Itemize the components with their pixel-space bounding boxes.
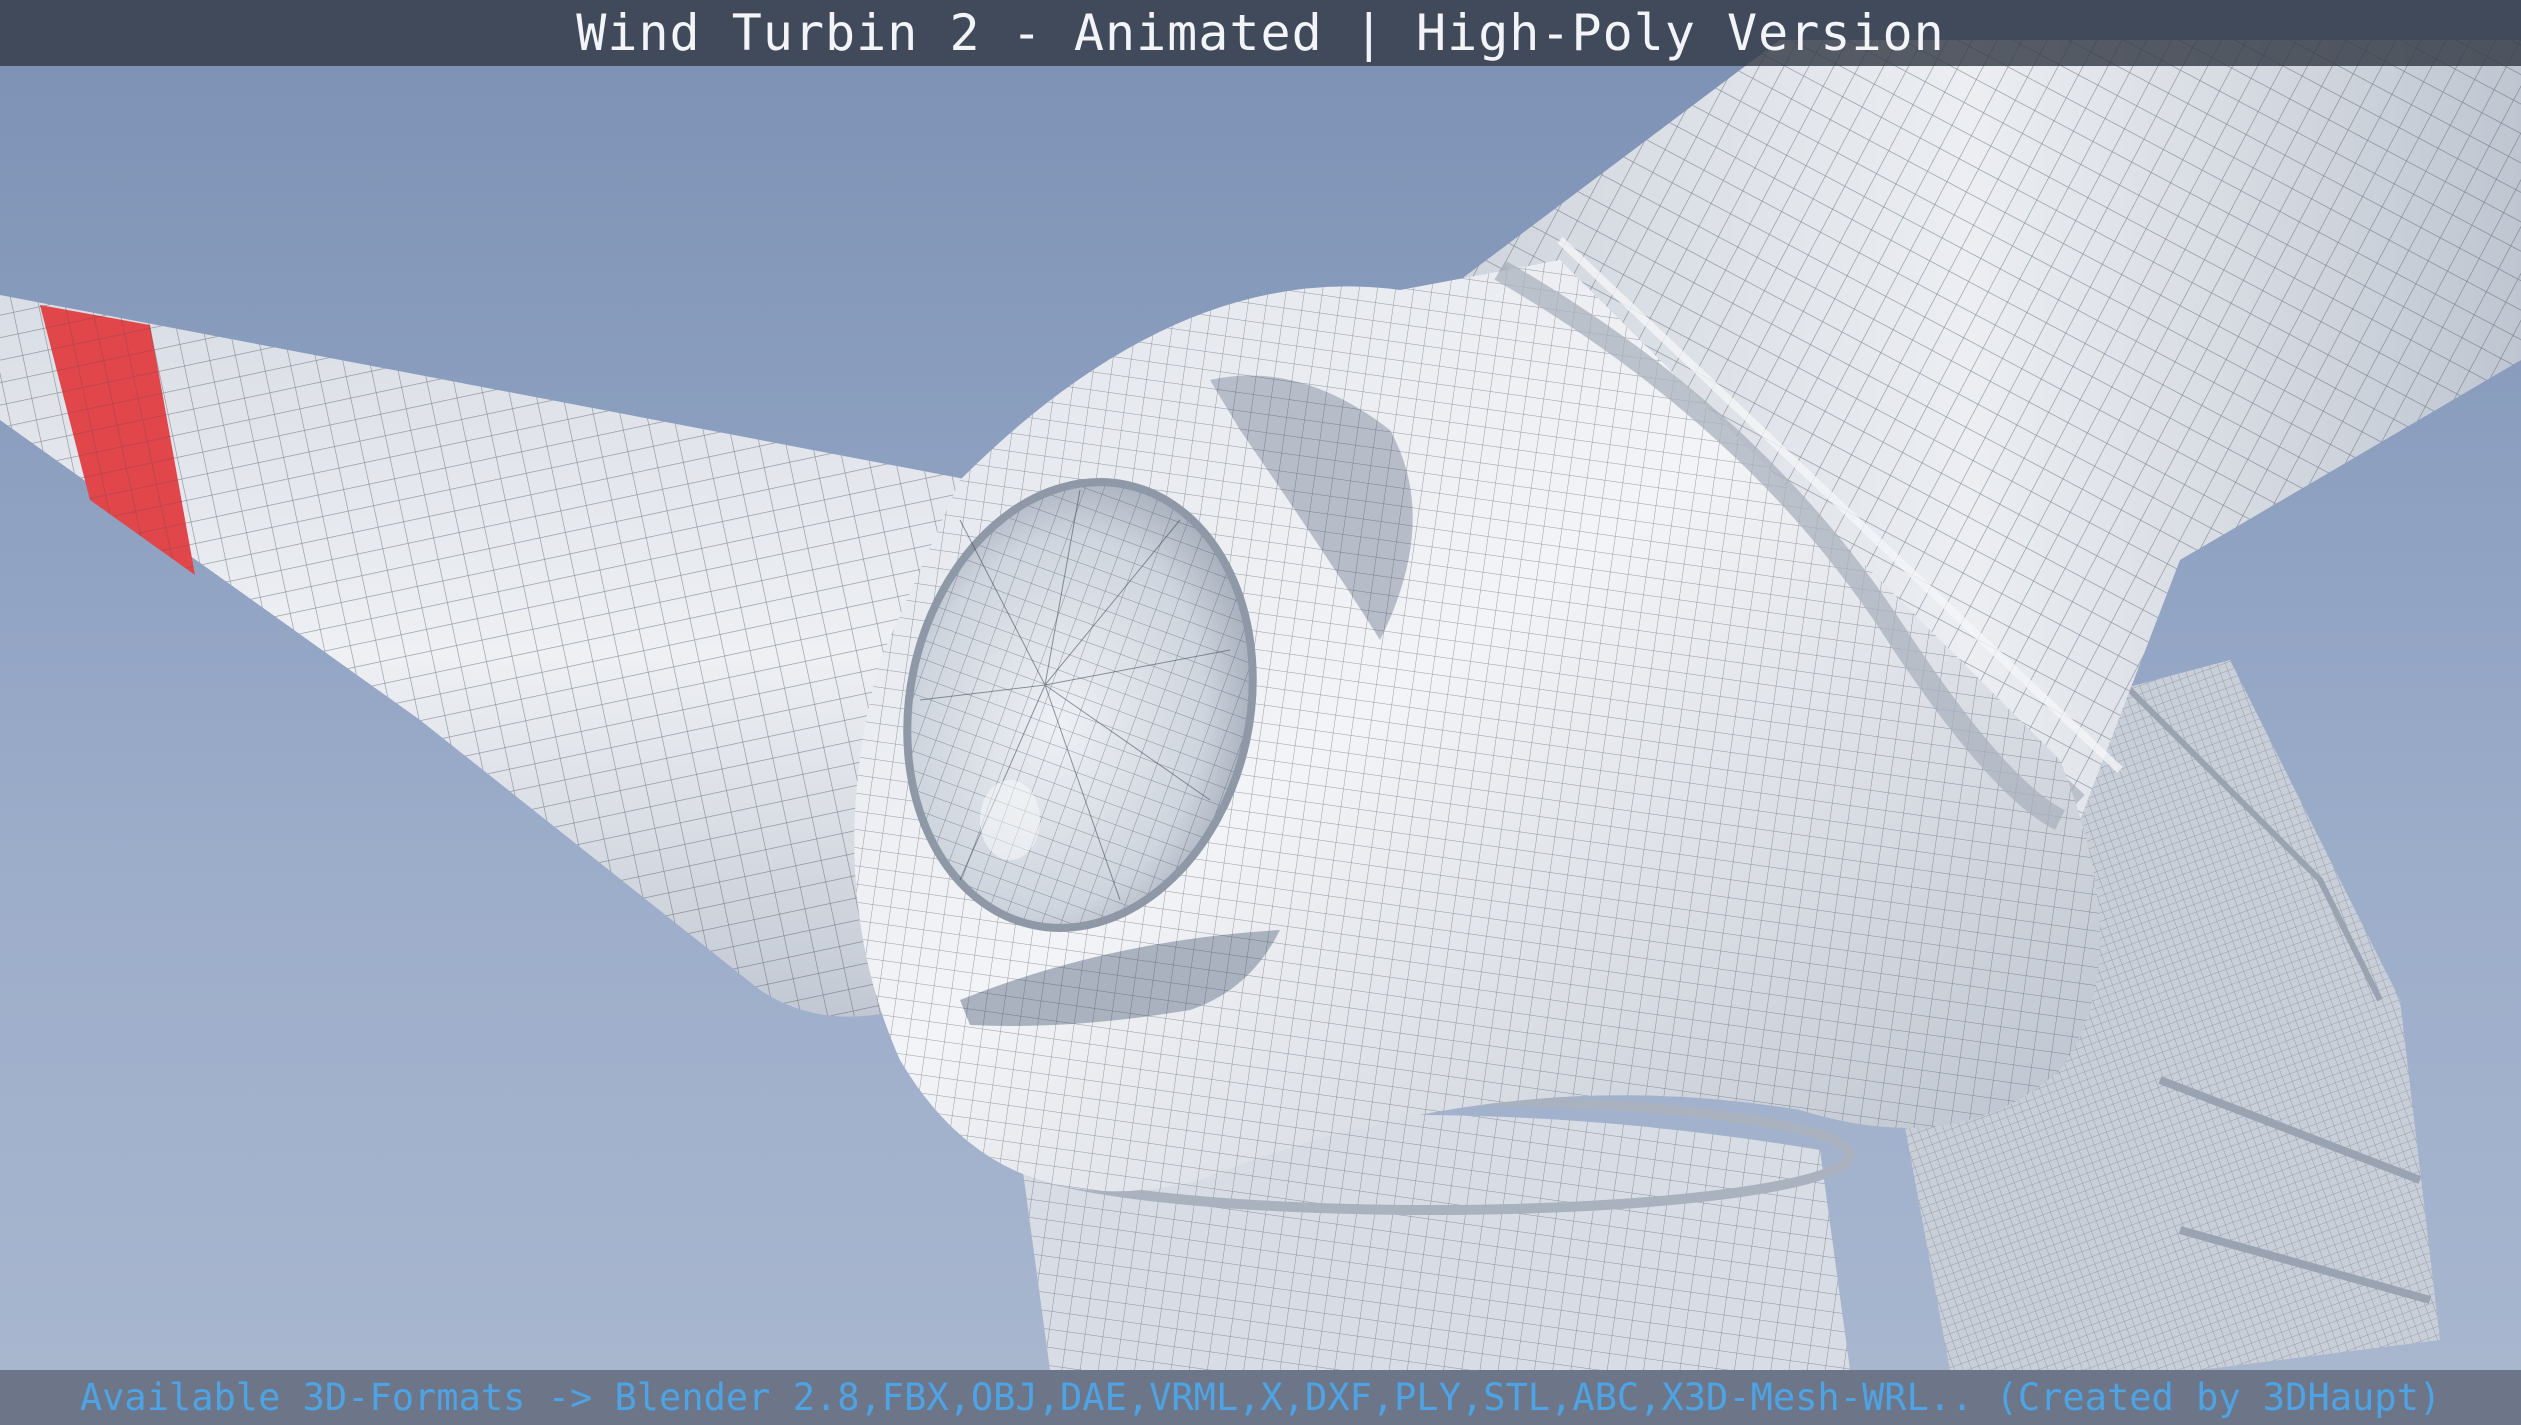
- title-bar: Wind Turbin 2 - Animated | High-Poly Ver…: [0, 0, 2521, 66]
- turbine-render: [0, 0, 2521, 1425]
- page-title: Wind Turbin 2 - Animated | High-Poly Ver…: [576, 4, 1945, 62]
- formats-bar: Available 3D-Formats -> Blender 2.8,FBX,…: [0, 1370, 2521, 1425]
- formats-caption: Available 3D-Formats -> Blender 2.8,FBX,…: [79, 1376, 2442, 1419]
- render-viewport: Wind Turbin 2 - Animated | High-Poly Ver…: [0, 0, 2521, 1425]
